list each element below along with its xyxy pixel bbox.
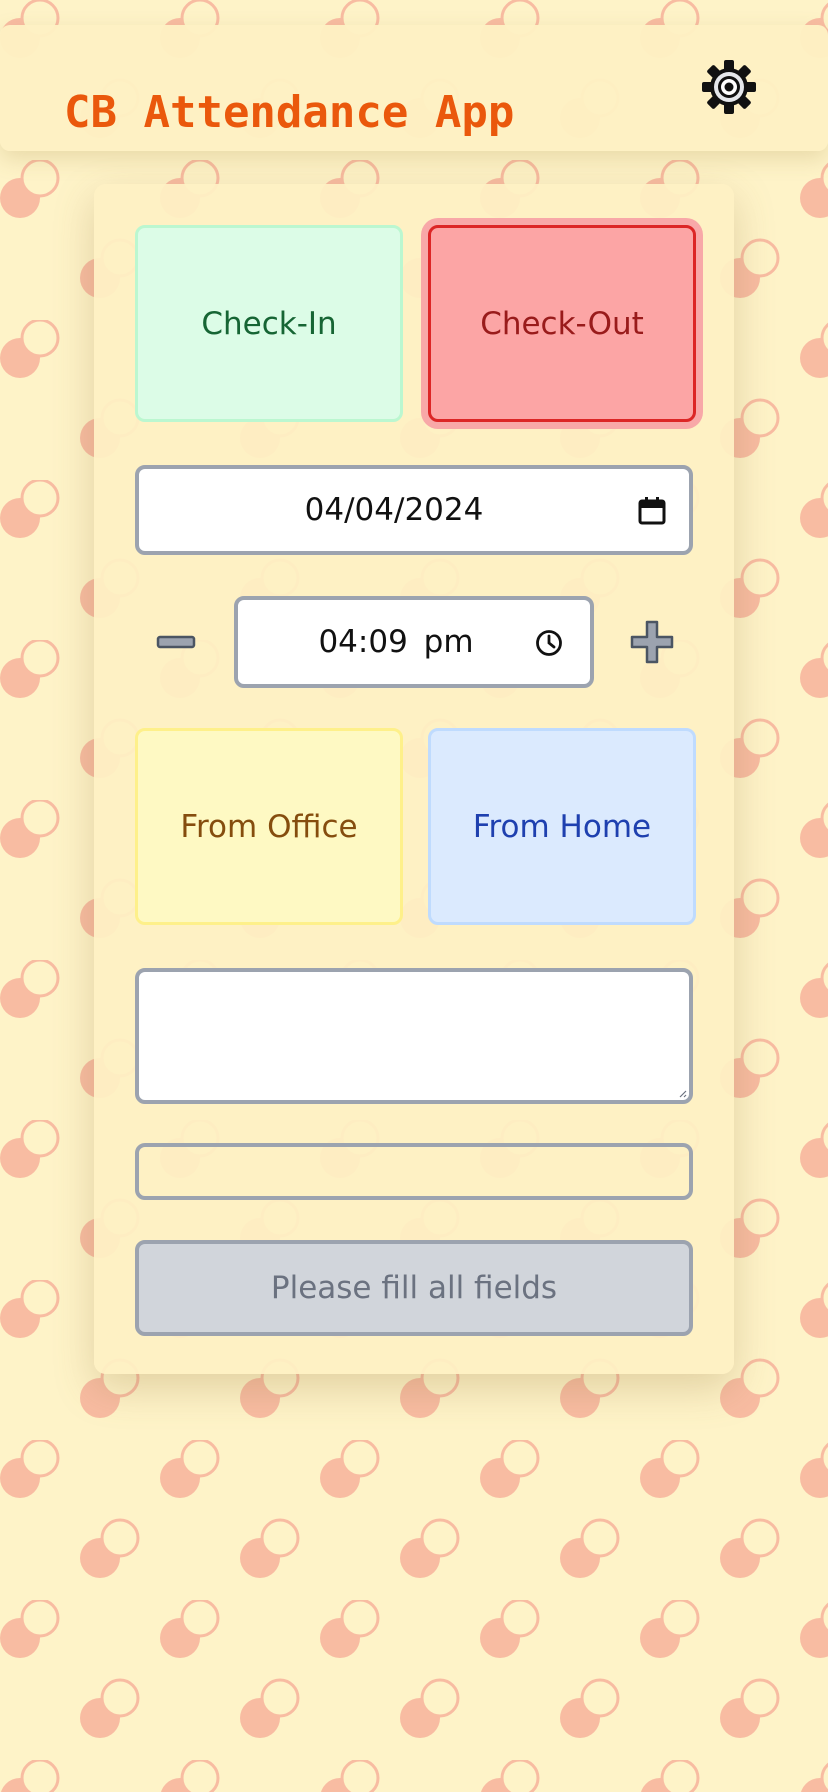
gear-icon [702,60,756,114]
status-field[interactable] [135,1143,693,1200]
from-office-label: From Office [180,808,358,845]
calendar-icon[interactable] [637,496,667,526]
checkout-label: Check-Out [480,305,644,342]
checkin-button[interactable]: Check-In [135,225,403,422]
notes-textarea[interactable] [135,968,693,1104]
plus-icon [630,620,674,664]
decrease-time-button[interactable] [150,622,202,662]
checkout-button[interactable]: Check-Out [428,225,696,422]
app-title: CB Attendance App [64,87,515,138]
submit-button[interactable]: Please fill all fields [135,1240,693,1336]
from-office-button[interactable]: From Office [135,728,403,925]
from-home-button[interactable]: From Home [428,728,696,925]
date-input[interactable]: 04/04/2024 [135,465,693,555]
increase-time-button[interactable] [628,618,676,666]
checkin-label: Check-In [201,305,337,342]
submit-label: Please fill all fields [270,1270,558,1306]
date-value: 04/04/2024 [304,492,484,528]
time-input[interactable]: 04:09 pm [234,596,594,688]
minus-icon [156,635,196,649]
settings-button[interactable] [700,58,758,116]
from-home-label: From Home [472,808,652,845]
resize-handle-icon[interactable] [677,1088,687,1098]
clock-icon[interactable] [534,628,564,658]
